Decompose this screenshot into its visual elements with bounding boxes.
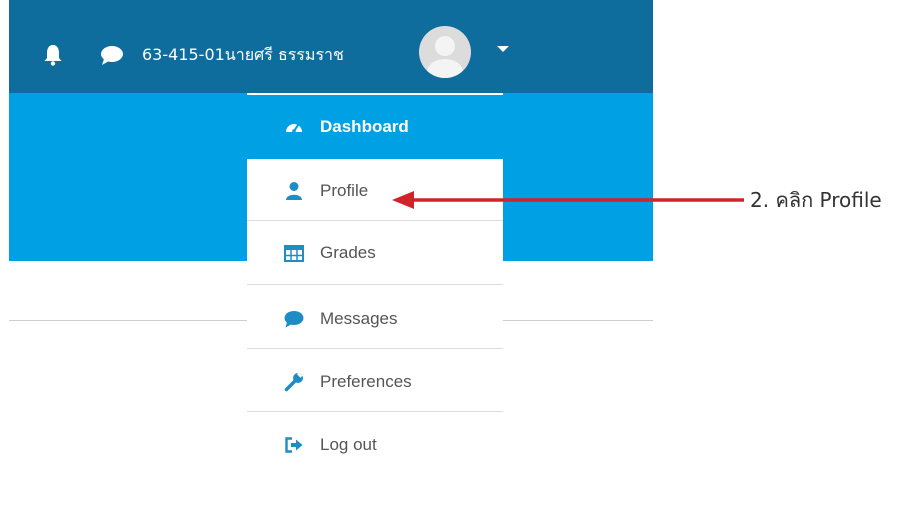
divider-right	[503, 320, 653, 321]
bell-icon[interactable]	[43, 44, 63, 66]
default-avatar-icon	[427, 36, 463, 78]
menu-item-preferences[interactable]: Preferences	[247, 350, 503, 414]
menu-item-dashboard[interactable]: Dashboard	[247, 95, 503, 159]
annotation-label: 2. คลิก Profile	[750, 188, 882, 212]
menu-item-label: Messages	[320, 309, 398, 328]
menu-separator	[247, 348, 503, 349]
menu-separator	[247, 411, 503, 412]
menu-item-label: Log out	[320, 435, 377, 454]
menu-item-label: Dashboard	[320, 117, 409, 136]
menu-item-grades[interactable]: Grades	[247, 221, 503, 285]
menu-item-label: Preferences	[320, 372, 412, 391]
chat-bubble-icon	[284, 311, 304, 328]
avatar[interactable]	[419, 26, 471, 78]
menu-separator	[247, 284, 503, 285]
wrench-icon	[284, 372, 303, 392]
top-navbar: 63-415-01นายศรี ธรรมราช	[9, 0, 653, 93]
user-dropdown-menu: Dashboard Profile Grades Messages Prefer…	[247, 93, 503, 476]
table-grid-icon	[284, 245, 304, 262]
menu-item-messages[interactable]: Messages	[247, 287, 503, 351]
annotation-arrow	[392, 191, 744, 209]
dashboard-gauge-icon	[286, 123, 302, 133]
menu-item-logout[interactable]: Log out	[247, 413, 503, 477]
caret-down-icon[interactable]	[497, 46, 509, 52]
user-icon	[286, 182, 302, 200]
menu-item-label: Grades	[320, 243, 376, 262]
divider-left	[9, 320, 247, 321]
user-name[interactable]: 63-415-01นายศรี ธรรมราช	[142, 44, 344, 66]
menu-item-label: Profile	[320, 181, 369, 200]
chat-bubble-icon[interactable]	[100, 44, 124, 66]
sign-out-icon	[285, 437, 303, 453]
